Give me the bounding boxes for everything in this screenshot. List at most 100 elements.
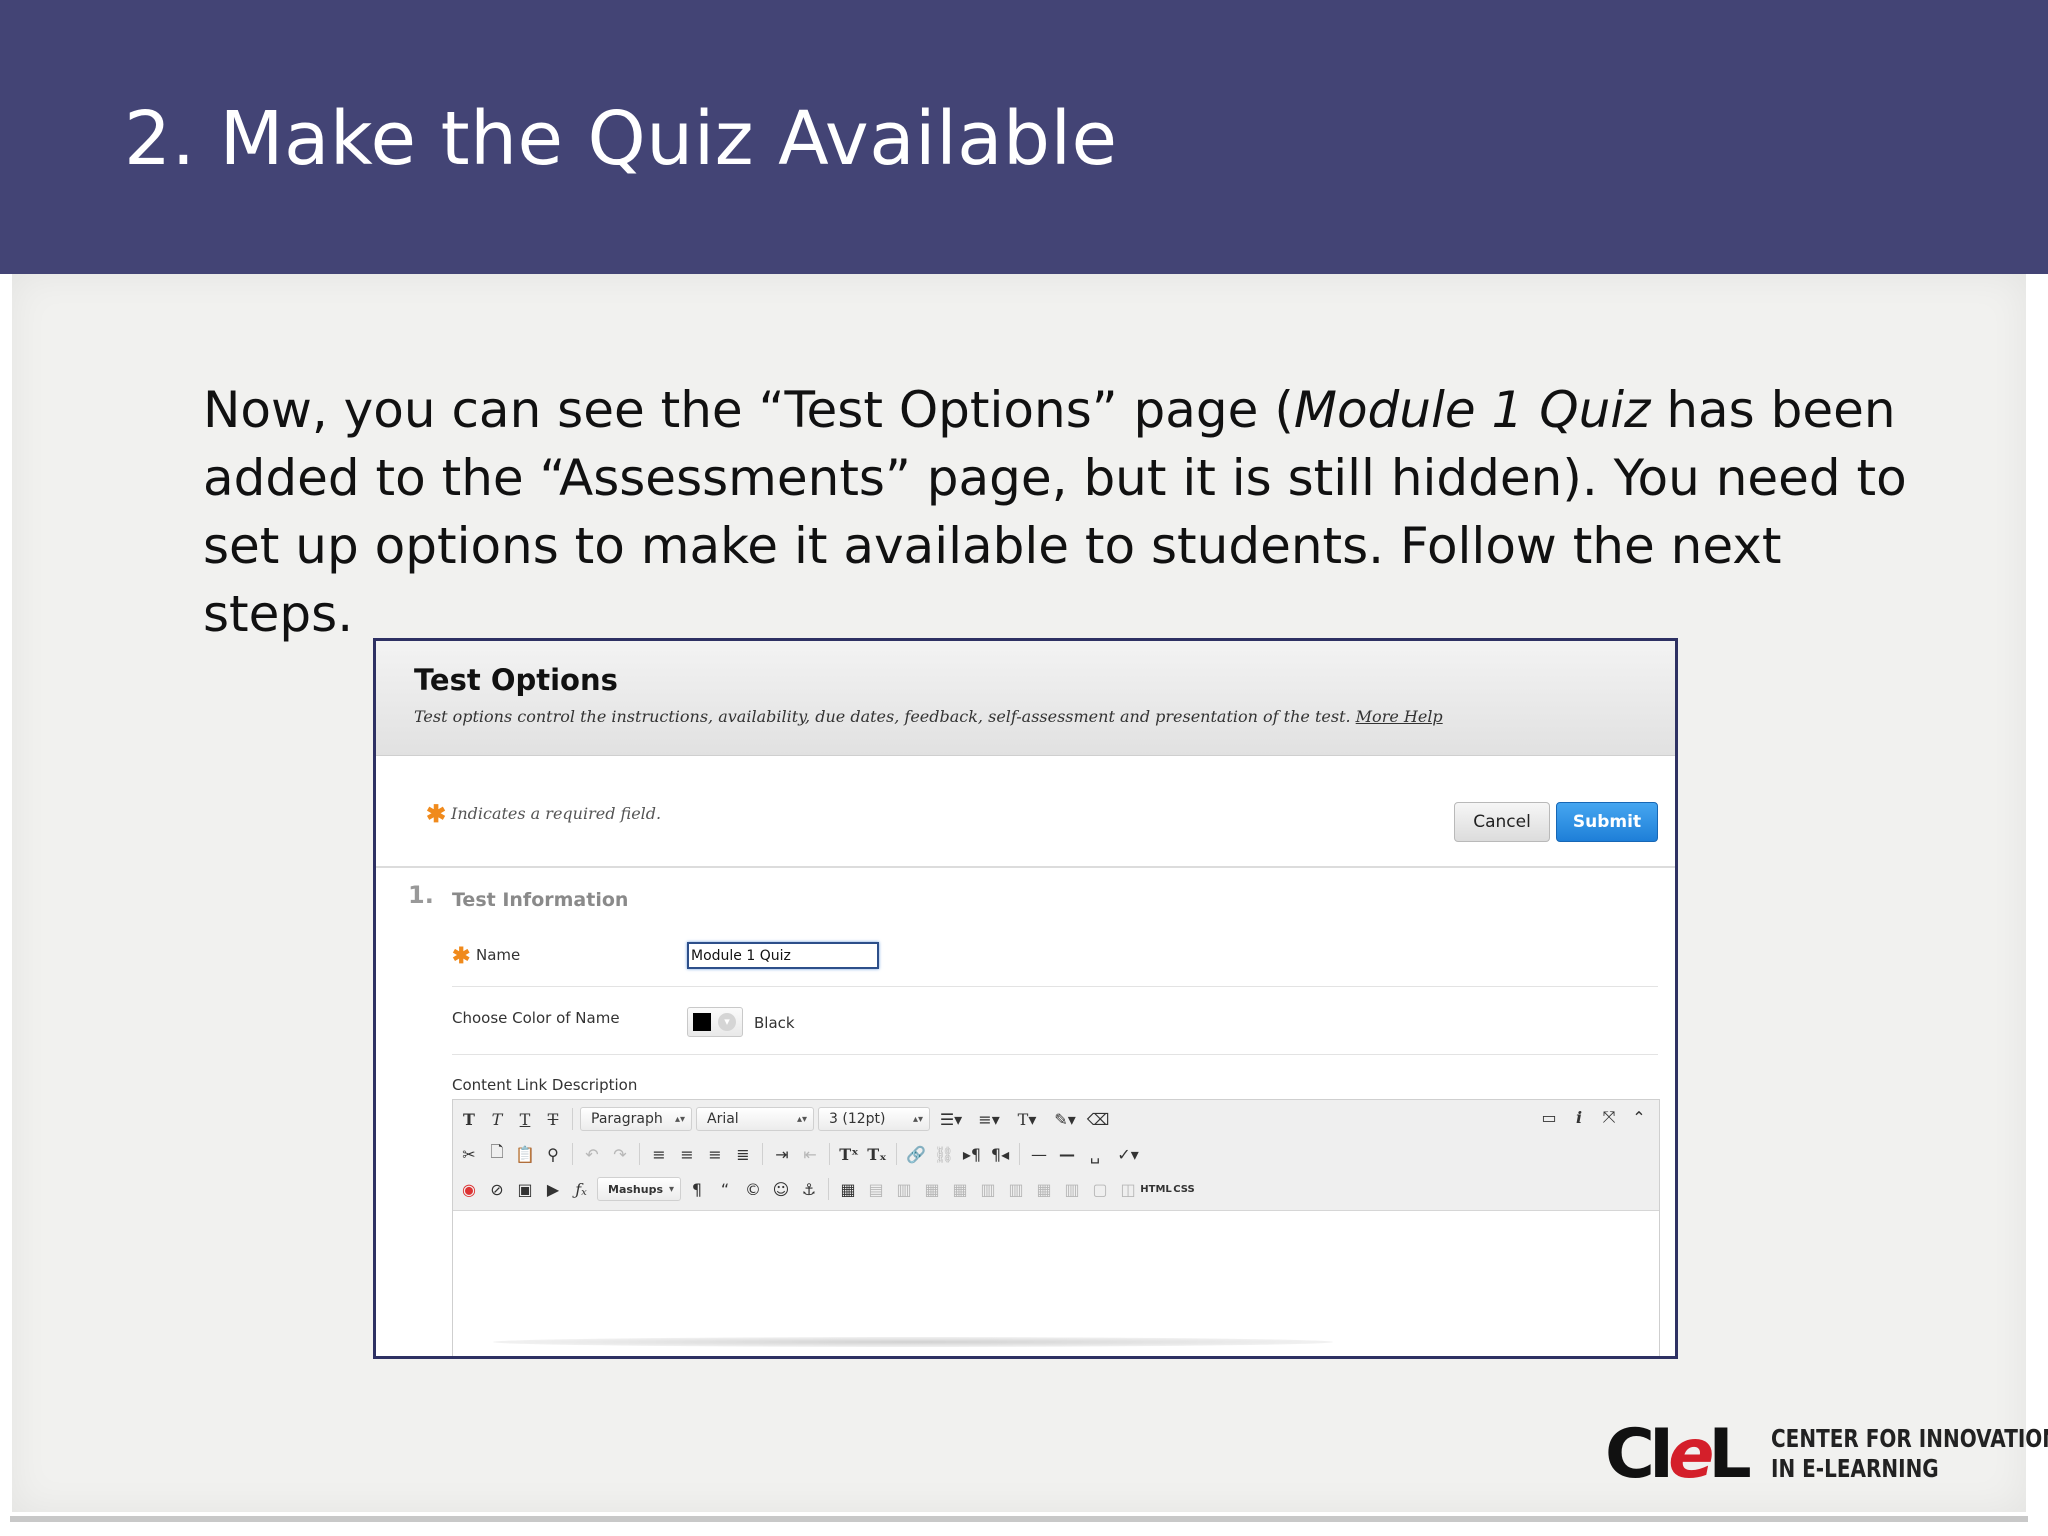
chevron-down-icon: ▾	[718, 1013, 736, 1031]
font-select[interactable]: Arial ▴▾	[696, 1107, 814, 1131]
media-icon[interactable]: ▶	[541, 1177, 565, 1201]
toolbar-right: ▭ i ⤧ ⌃	[1537, 1105, 1651, 1129]
fullscreen-icon[interactable]: ⤧	[1597, 1105, 1621, 1129]
description-text: Test options control the instructions, a…	[414, 707, 1351, 726]
redo-icon[interactable]: ↷	[608, 1142, 632, 1166]
hr-icon[interactable]: —	[1027, 1142, 1051, 1166]
paste-icon[interactable]: 📋	[513, 1142, 537, 1166]
toolbar-row-3: ◉ ⊘ ▣ ▶ ƒₓ Mashups ▾ ¶ “ © ☺ ⚓ ▦ ▤ ▥ ▦ ▦ …	[457, 1175, 1196, 1203]
slide-edge	[2026, 274, 2048, 1536]
format-select[interactable]: Paragraph ▴▾	[580, 1107, 692, 1131]
image-icon[interactable]: ▣	[513, 1177, 537, 1201]
undo-icon[interactable]: ↶	[580, 1142, 604, 1166]
required-star-icon: ✱	[452, 943, 471, 968]
cancel-button[interactable]: Cancel	[1454, 802, 1550, 842]
spellcheck-icon[interactable]: ✓▾	[1111, 1142, 1145, 1166]
collapse-icon[interactable]: ⌃	[1627, 1105, 1651, 1129]
section-number: 1.	[408, 881, 434, 909]
eraser-icon[interactable]: ⌫	[1086, 1107, 1110, 1131]
mashups-select[interactable]: Mashups ▾	[597, 1177, 681, 1201]
required-row: ✱ Indicates a required field. Cancel Sub…	[376, 756, 1675, 868]
find-icon[interactable]: ⚲	[541, 1142, 565, 1166]
hr-thick-icon[interactable]: —	[1055, 1142, 1079, 1166]
table-split-icon[interactable]: ▥	[1060, 1177, 1084, 1201]
text-color-icon[interactable]: T▾	[1010, 1107, 1044, 1131]
divider	[452, 1054, 1658, 1055]
submit-button[interactable]: Submit	[1556, 802, 1658, 842]
slide-bottom-rule	[0, 1512, 2048, 1536]
html-source-button[interactable]: HTML	[1140, 1177, 1172, 1201]
nbsp-icon[interactable]: ␣	[1083, 1142, 1107, 1166]
justify-icon[interactable]: ≣	[731, 1142, 755, 1166]
table-col-props-icon[interactable]: ◫	[1116, 1177, 1140, 1201]
separator	[572, 1108, 573, 1130]
emoji-icon[interactable]: ☺	[769, 1177, 793, 1201]
numbered-list-icon[interactable]: ≡▾	[972, 1107, 1006, 1131]
separator	[896, 1143, 897, 1165]
preview-icon[interactable]: ▭	[1537, 1105, 1561, 1129]
color-value: Black	[754, 1014, 795, 1032]
pilcrow-icon[interactable]: ¶	[685, 1177, 709, 1201]
unlink-icon[interactable]: ⛓	[932, 1142, 956, 1166]
separator	[639, 1143, 640, 1165]
more-help-link[interactable]: More Help	[1356, 707, 1443, 726]
required-star-icon: ✱	[426, 801, 447, 828]
outdent-icon[interactable]: ⇤	[798, 1142, 822, 1166]
table-delete-row-icon[interactable]: ▦	[948, 1177, 972, 1201]
separator	[1019, 1143, 1020, 1165]
italic-icon[interactable]: T	[485, 1107, 509, 1131]
strikethrough-icon[interactable]: T	[541, 1107, 565, 1131]
anchor-icon[interactable]: ⚓	[797, 1177, 821, 1201]
name-label: Name	[476, 946, 521, 964]
section-title: Test Information	[452, 889, 629, 911]
table-insert-col-icon[interactable]: ▥	[976, 1177, 1000, 1201]
cut-icon[interactable]: ✂	[457, 1142, 481, 1166]
align-left-icon[interactable]: ≡	[647, 1142, 671, 1166]
name-input[interactable]	[687, 942, 879, 969]
separator	[829, 1143, 830, 1165]
rich-text-editor[interactable]: T T T T Paragraph ▴▾ Arial ▴▾ 3 (12pt) ▴▾ ☰…	[452, 1099, 1660, 1356]
editor-shadow	[493, 1337, 1333, 1347]
required-note: Indicates a required field.	[451, 804, 662, 823]
separator	[572, 1143, 573, 1165]
subscript-icon[interactable]: Tₓ	[865, 1142, 889, 1166]
color-swatch	[693, 1013, 711, 1031]
attach-icon[interactable]: ⊘	[485, 1177, 509, 1201]
bullet-list-icon[interactable]: ☰▾	[934, 1107, 968, 1131]
test-options-screenshot: Test Options Test options control the in…	[373, 638, 1678, 1359]
formula-icon[interactable]: ƒₓ	[569, 1177, 593, 1201]
ciel-logo: CIeL CENTER FOR INNOVATION IN E-LEARNING	[1605, 1420, 2048, 1490]
table-icon[interactable]: ▦	[836, 1177, 860, 1201]
size-select[interactable]: 3 (12pt) ▴▾	[818, 1107, 930, 1131]
ltr-icon[interactable]: ▸¶	[960, 1142, 984, 1166]
align-right-icon[interactable]: ≡	[703, 1142, 727, 1166]
superscript-icon[interactable]: Tˣ	[837, 1142, 861, 1166]
logo-text: CENTER FOR INNOVATION IN E-LEARNING	[1771, 1424, 2048, 1484]
table-delete-col-icon[interactable]: ▥	[1004, 1177, 1028, 1201]
table-merge-icon[interactable]: ▦	[1032, 1177, 1056, 1201]
indent-icon[interactable]: ⇥	[770, 1142, 794, 1166]
link-icon[interactable]: 🔗	[904, 1142, 928, 1166]
table-cell-icon[interactable]: ▥	[892, 1177, 916, 1201]
copyright-icon[interactable]: ©	[741, 1177, 765, 1201]
rtl-icon[interactable]: ¶◂	[988, 1142, 1012, 1166]
size-select-value: 3 (12pt)	[829, 1111, 886, 1127]
record-icon[interactable]: ◉	[457, 1177, 481, 1201]
table-insert-row-icon[interactable]: ▦	[920, 1177, 944, 1201]
align-center-icon[interactable]: ≡	[675, 1142, 699, 1166]
test-options-header: Test Options Test options control the in…	[376, 641, 1675, 756]
copy-icon[interactable]: 🗋	[485, 1142, 509, 1166]
bold-icon[interactable]: T	[457, 1107, 481, 1131]
logo-line-1: CENTER FOR INNOVATION	[1771, 1424, 2048, 1453]
color-picker[interactable]: ▾	[687, 1007, 743, 1037]
page-title: Test Options	[414, 663, 618, 697]
table-props-icon[interactable]: ▢	[1088, 1177, 1112, 1201]
table-row-icon[interactable]: ▤	[864, 1177, 888, 1201]
underline-icon[interactable]: T	[513, 1107, 537, 1131]
separator	[828, 1178, 829, 1200]
css-button[interactable]: CSS	[1172, 1177, 1196, 1201]
toolbar-row-2: ✂ 🗋 📋 ⚲ ↶ ↷ ≡ ≡ ≡ ≣ ⇥ ⇤ Tˣ Tₓ 🔗 ⛓ ▸¶ ¶◂ …	[457, 1140, 1145, 1168]
quote-icon[interactable]: “	[713, 1177, 737, 1201]
info-icon[interactable]: i	[1567, 1105, 1591, 1129]
highlight-icon[interactable]: ✎▾	[1048, 1107, 1082, 1131]
